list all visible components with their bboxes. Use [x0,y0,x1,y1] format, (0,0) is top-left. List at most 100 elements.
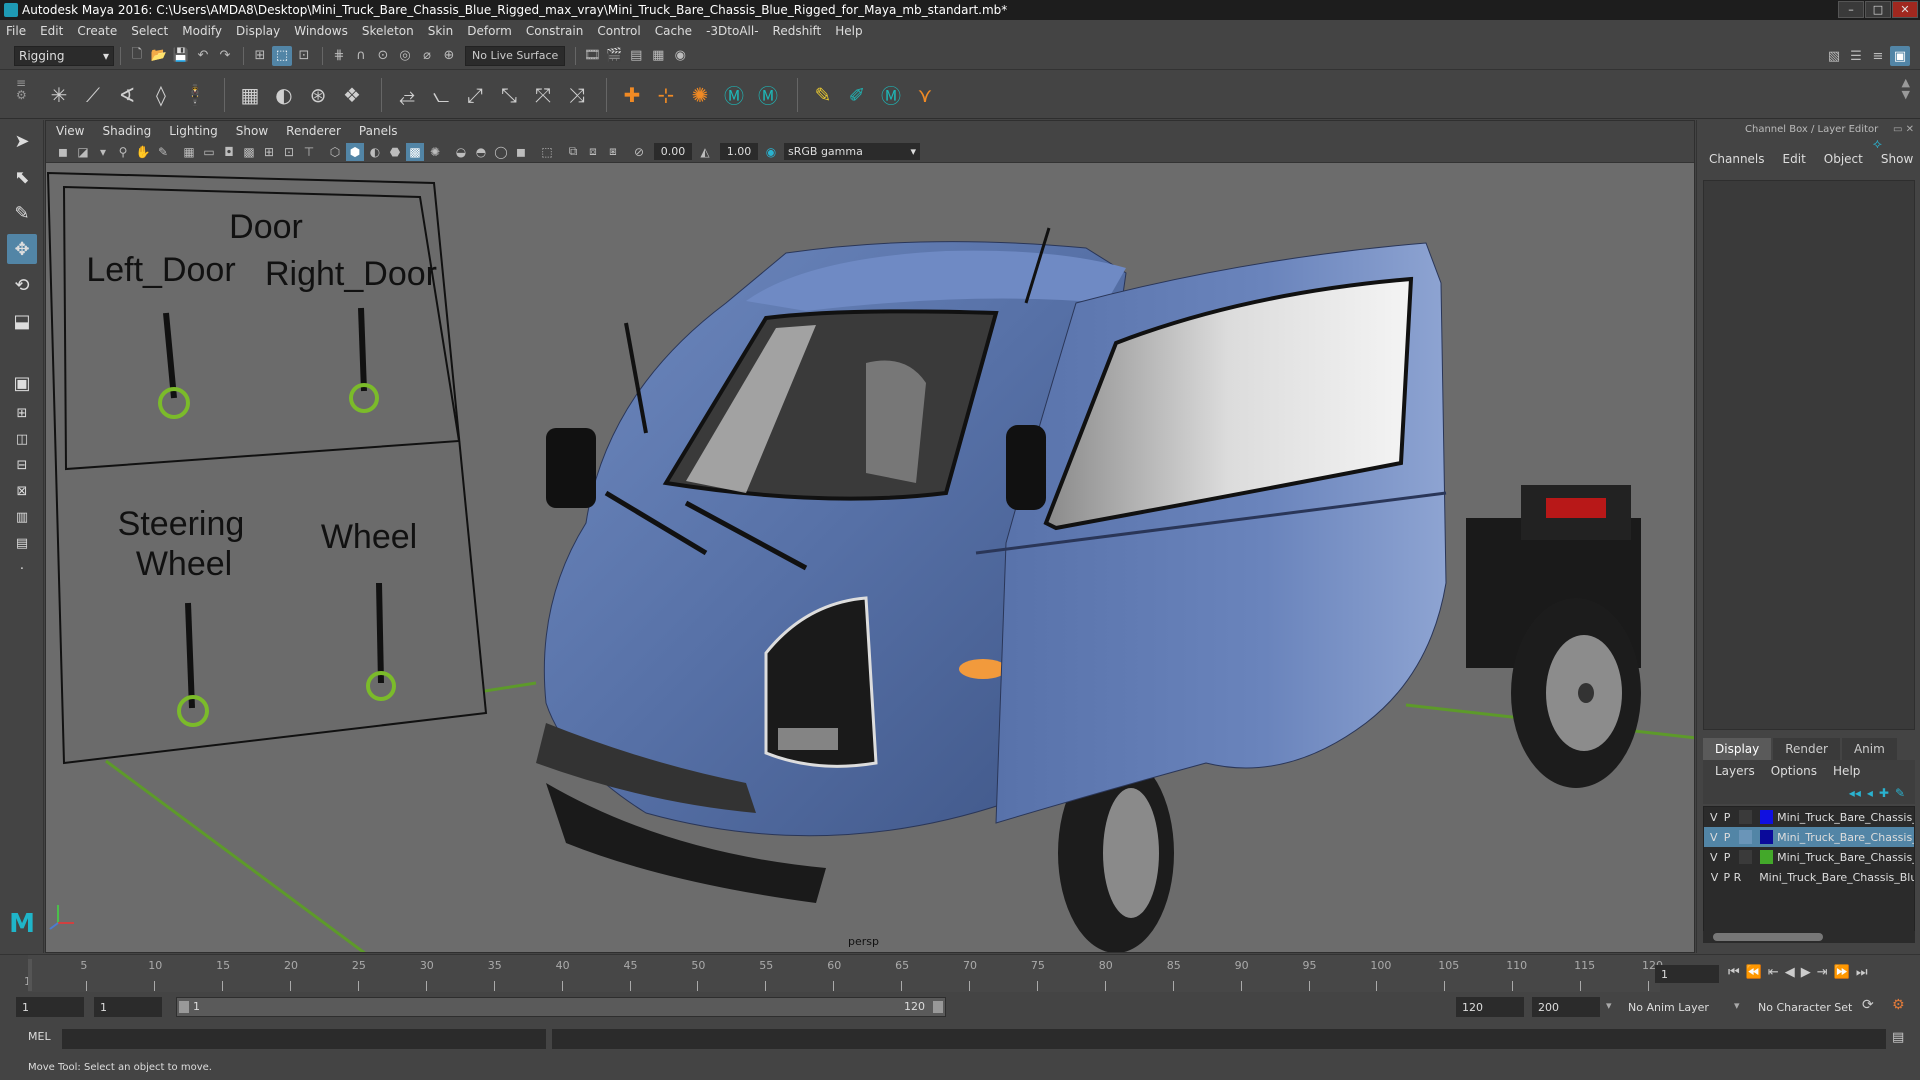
viewport-menu-view[interactable]: View [56,124,84,138]
layer-type-toggle[interactable] [1738,810,1752,824]
menu-edit[interactable]: Edit [40,24,63,38]
camera-select-icon[interactable]: ◼ [54,143,72,161]
step-forward-frame-icon[interactable]: ⏩ [1834,965,1850,980]
open-scene-icon[interactable]: 📂 [149,46,169,66]
character-set-icon[interactable]: Ⓜ [876,80,906,110]
layer-visibility-toggle[interactable]: V [1708,851,1720,864]
range-slider[interactable]: 1 120 [176,997,946,1017]
go-to-start-icon[interactable]: ⏮ [1728,965,1740,980]
layer-horizontal-scrollbar[interactable] [1703,931,1915,943]
live-surface-field[interactable]: No Live Surface [465,45,566,66]
menu-file[interactable]: File [6,24,26,38]
current-frame-field[interactable]: 1 [1655,965,1719,983]
panel-float-close-icon[interactable]: ▭ ✕ [1893,124,1914,135]
twist-icon[interactable]: ⋎ [910,80,940,110]
field-chart-icon[interactable]: ⊞ [260,143,278,161]
snap-view-icon[interactable]: ◎ [395,46,415,66]
redo-icon[interactable]: ↷ [215,46,235,66]
play-forwards-icon[interactable]: ▶ [1801,965,1811,980]
menu-create[interactable]: Create [77,24,117,38]
point-constraint-icon[interactable]: ⊹ [651,80,681,110]
shadows-icon[interactable]: ◒ [452,143,470,161]
playback-end-field[interactable]: 120 [1456,997,1524,1017]
colorspace-dropdown[interactable]: sRGB gamma ▾ [784,143,920,160]
channel-edit-menu[interactable]: Edit [1783,152,1806,166]
single-perspective-icon[interactable]: ▣ [7,368,37,398]
layer-options-menu[interactable]: Options [1771,764,1817,778]
step-back-key-icon[interactable]: ⇤ [1768,965,1779,980]
rig-control-board[interactable]: Door Left_Door Right_Door Steering Wheel… [46,171,488,765]
ik-spline-handle-icon[interactable]: ◊ [146,80,176,110]
wireframe-icon[interactable]: ⬡ [326,143,344,161]
ipr-render-icon[interactable]: ▤ [626,46,646,66]
persp-outliner-icon[interactable]: ◫ [7,428,37,450]
channel-box-toggle-icon[interactable]: ⟡ [1873,136,1882,152]
gamma-field[interactable]: 1.00 [720,143,758,160]
orient-constraint-icon[interactable]: ✺ [685,80,715,110]
cluster-icon[interactable]: ❖ [337,80,367,110]
safe-title-icon[interactable]: ⊤ [300,143,318,161]
ik-spline-icon[interactable]: ∢ [112,80,142,110]
exposure-field[interactable]: 0.00 [654,143,692,160]
layer-color-swatch[interactable] [1759,850,1774,864]
layer-row[interactable]: V P Mini_Truck_Bare_Chassis_Blue [1704,847,1914,867]
paint-weights-icon[interactable]: ⤢ [460,80,490,110]
film-gate-icon[interactable]: ▭ [200,143,218,161]
current-time-marker[interactable] [28,959,32,991]
layout-outliner-icon[interactable]: ▥ [7,506,37,528]
xray-joints-icon[interactable]: ⧈ [584,143,602,161]
gate-mask-icon[interactable]: ▩ [240,143,258,161]
command-input[interactable] [62,1029,546,1049]
anim-layer-dropdown[interactable]: No Anim Layer [1622,997,1732,1017]
xray-components-icon[interactable]: ⧆ [604,143,622,161]
layout-channel-icon[interactable]: ▤ [7,532,37,554]
layer-visibility-toggle[interactable]: V [1708,811,1720,824]
hypershade-icon[interactable]: ◉ [670,46,690,66]
xray-icon[interactable]: ⧉ [564,143,582,161]
blend-shape-icon[interactable]: ◐ [269,80,299,110]
image-plane-icon[interactable]: ⚲ [114,143,132,161]
menu-display[interactable]: Display [236,24,280,38]
bookmark-icon[interactable]: ▾ [94,143,112,161]
channel-box-icon[interactable]: ▣ [1890,46,1910,66]
shelf-scroll-icon[interactable]: ▲ ▼ [1902,77,1910,101]
chevron-down-icon[interactable]: ▾ [1606,999,1612,1012]
minimize-button[interactable]: – [1838,1,1864,18]
new-layer-icon[interactable]: ✚ [1879,786,1889,800]
set-driven-key-icon[interactable]: ✎ [808,80,838,110]
scale-constraint-icon[interactable]: Ⓜ [719,80,749,110]
viewport-menu-lighting[interactable]: Lighting [169,124,218,138]
use-all-lights-icon[interactable]: ✺ [426,143,444,161]
menu-cache[interactable]: Cache [655,24,692,38]
viewport-menu-panels[interactable]: Panels [359,124,398,138]
scale-tool-icon[interactable]: ⬓ [7,306,37,336]
grease-pencil-icon[interactable]: ✎ [154,143,172,161]
four-view-icon[interactable]: ⊞ [7,402,37,424]
default-lighting-icon[interactable]: ◐ [366,143,384,161]
layer-playback-toggle[interactable]: P [1720,831,1735,844]
channel-object-menu[interactable]: Object [1824,152,1863,166]
snap-curve-icon[interactable]: ∩ [351,46,371,66]
prune-weights-icon[interactable]: ⤨ [562,80,592,110]
ik-handle-icon[interactable]: ⟋ [78,80,108,110]
textured-icon[interactable]: ▩ [406,142,424,161]
scrollbar-thumb[interactable] [1713,933,1823,941]
modeling-toolkit-icon[interactable]: ▧ [1824,46,1844,66]
menu-constrain[interactable]: Constrain [526,24,584,38]
viewport-menu-renderer[interactable]: Renderer [286,124,341,138]
human-ik-icon[interactable]: 🕴 [180,80,210,110]
chevron-down-icon[interactable]: ▾ [1734,999,1740,1012]
channel-list-area[interactable] [1703,180,1915,730]
exposure-icon[interactable]: ⊘ [630,143,648,161]
menu-modify[interactable]: Modify [182,24,222,38]
snap-grid-icon[interactable]: ⋕ [329,46,349,66]
menu-skeleton[interactable]: Skeleton [362,24,414,38]
grid-toggle-icon[interactable]: ▦ [180,143,198,161]
tab-render[interactable]: Render [1773,738,1840,760]
layer-playback-toggle[interactable]: P [1720,851,1735,864]
layer-color-swatch[interactable] [1759,830,1774,844]
scene-canvas[interactable]: Door Left_Door Right_Door Steering Wheel… [46,163,1695,953]
step-back-frame-icon[interactable]: ⏪ [1746,965,1762,980]
layer-playback-toggle[interactable]: P [1720,811,1735,824]
snap-surface-icon[interactable]: ⌀ [417,46,437,66]
